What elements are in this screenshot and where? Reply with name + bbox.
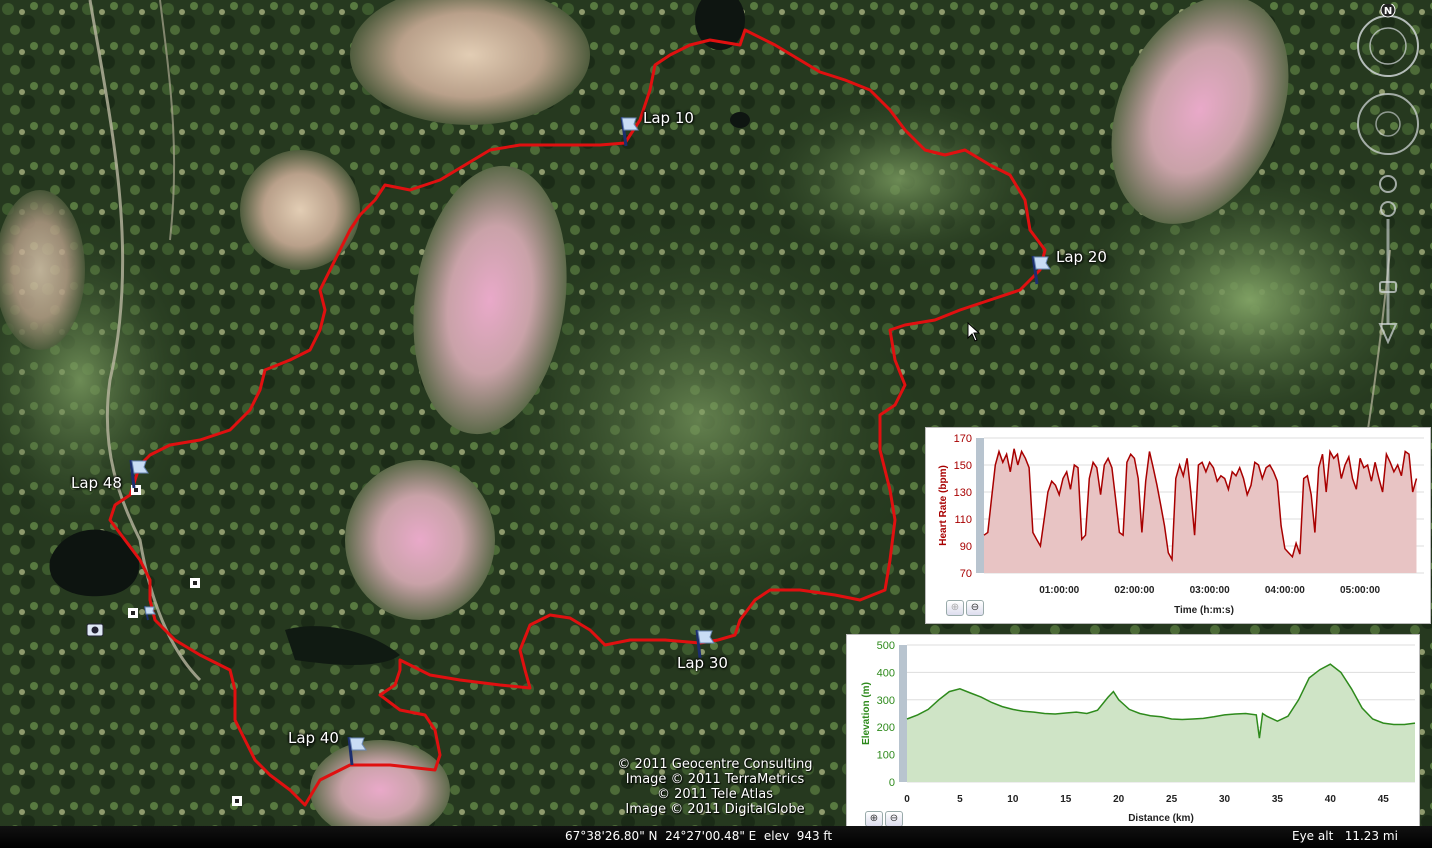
poi-marker[interactable] <box>190 578 200 588</box>
x-tick-label: 20 <box>1113 794 1125 805</box>
elev-zoom-in-button[interactable]: ⊕ <box>865 811 883 827</box>
y-tick-label: 400 <box>877 667 895 679</box>
zoom-slider[interactable] <box>1378 201 1398 344</box>
navigation-controls[interactable]: N <box>1352 4 1428 344</box>
compass-ring[interactable] <box>1357 15 1419 77</box>
y-tick-label: 0 <box>889 777 895 789</box>
heart-rate-chart: 170 150 130 110 90 70 01:00:00 02:00:00 03:00:00… <box>938 433 1424 616</box>
pointer-coordinates: 67°38'26.80" N 24°27'00.48" E elev 943 f… <box>565 829 833 843</box>
y-tick-label: 130 <box>954 487 972 499</box>
x-axis-label: Distance (km) <box>1128 813 1194 824</box>
y-axis-label: Elevation (m) <box>861 682 872 745</box>
eye-altitude: Eye alt 11.23 mi <box>1292 829 1398 843</box>
x-tick-label: 0 <box>904 794 910 805</box>
x-tick-label: 35 <box>1272 794 1284 805</box>
x-tick-label: 5 <box>957 794 963 805</box>
y-tick-label: 200 <box>877 722 895 734</box>
y-axis-bar <box>899 645 907 782</box>
credit-line: Image © 2011 DigitalGlobe <box>625 802 805 817</box>
x-tick-label: 45 <box>1378 794 1390 805</box>
y-tick-label: 150 <box>954 460 972 472</box>
x-tick-label: 10 <box>1007 794 1019 805</box>
y-tick-label: 300 <box>877 695 895 707</box>
y-tick-label: 170 <box>954 433 972 445</box>
y-tick-label: 100 <box>877 750 895 762</box>
x-tick-label: 01:00:00 <box>1039 585 1079 596</box>
mouse-cursor-icon <box>967 322 981 342</box>
x-tick-label: 25 <box>1166 794 1178 805</box>
x-tick-label: 15 <box>1060 794 1072 805</box>
x-axis-label: Time (h:m:s) <box>1174 605 1234 616</box>
compass-north-label: N <box>1384 6 1392 17</box>
move-joystick[interactable] <box>1379 175 1397 193</box>
y-axis-bar <box>976 438 984 573</box>
hr-zoom-in-button[interactable]: ⊕ <box>946 600 964 616</box>
look-joystick[interactable] <box>1357 93 1419 155</box>
lap-48-label: Lap 48 <box>71 474 122 492</box>
heart-rate-panel: 170 150 130 110 90 70 01:00:00 02:00:00 03:00:00… <box>925 427 1431 624</box>
credit-line: Image © 2011 TerraMetrics <box>625 772 805 787</box>
camera-icon[interactable] <box>86 623 104 637</box>
x-tick-label: 02:00:00 <box>1114 585 1154 596</box>
lap-30-label: Lap 30 <box>677 654 728 672</box>
lap-10-label: Lap 10 <box>643 109 694 127</box>
imagery-credits: © 2011 Geocentre Consulting Image © 2011… <box>610 757 820 817</box>
y-axis-label: Heart Rate (bpm) <box>938 465 949 546</box>
elev-zoom-out-button[interactable]: ⊖ <box>885 811 903 827</box>
y-tick-label: 500 <box>877 640 895 652</box>
y-tick-label: 90 <box>960 541 972 553</box>
lap-20-label: Lap 20 <box>1056 248 1107 266</box>
x-tick-label: 03:00:00 <box>1190 585 1230 596</box>
credit-line: © 2011 Tele Atlas <box>657 787 773 802</box>
poi-marker[interactable] <box>128 608 138 618</box>
elevation-chart: 500 400 300 200 100 00 5 10 15 20 25 30 35 40 45 Distan… <box>861 640 1416 824</box>
x-tick-label: 05:00:00 <box>1340 585 1380 596</box>
x-tick-label: 04:00:00 <box>1265 585 1305 596</box>
x-tick-label: 30 <box>1219 794 1231 805</box>
poi-marker[interactable] <box>232 796 242 806</box>
hr-zoom-out-button[interactable]: ⊖ <box>966 600 984 616</box>
y-tick-label: 70 <box>960 568 972 580</box>
y-tick-label: 110 <box>954 514 972 526</box>
elevation-panel: 500 400 300 200 100 0 0 5 10 15 20 25 30 35 40 45 Distan… <box>846 634 1420 832</box>
lap-40-label: Lap 40 <box>288 729 339 747</box>
credit-line: © 2011 Geocentre Consulting <box>617 757 813 772</box>
x-tick-label: 40 <box>1325 794 1337 805</box>
